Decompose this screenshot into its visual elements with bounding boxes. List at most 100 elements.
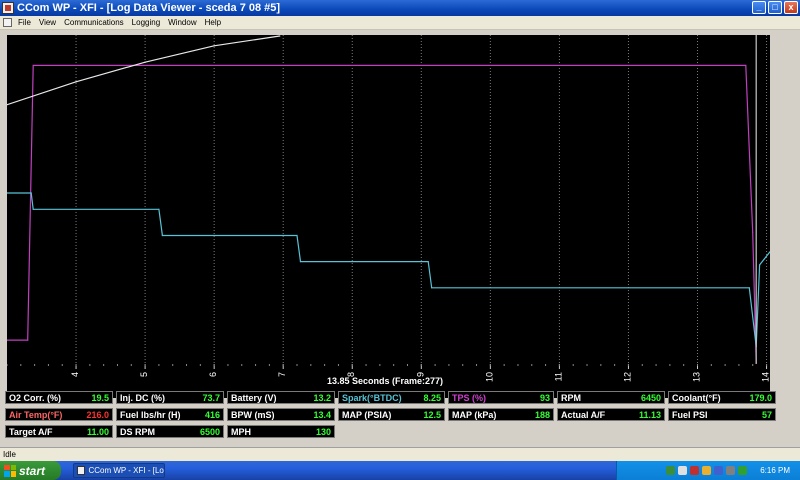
gauge-cell[interactable]: MAP (PSIA) 12.5 (338, 408, 445, 421)
network-icon[interactable] (666, 466, 676, 475)
menu-help[interactable]: Help (201, 18, 225, 27)
gauge-cell[interactable]: Fuel PSI 57 (668, 408, 776, 421)
gauge-cell[interactable]: Spark(°BTDC) 8.25 (338, 391, 445, 404)
series-point-1 (32, 208, 34, 210)
gauge-value: 8.25 (423, 392, 441, 403)
volume-icon[interactable] (678, 466, 688, 475)
taskbar-app-button[interactable]: CCom WP - XFI - [Lo... (73, 463, 165, 478)
gauge-cell[interactable]: MAP (kPa) 188 (448, 408, 554, 421)
gauge-label: Actual A/F (561, 409, 606, 420)
gauge-label: Fuel lbs/hr (H) (120, 409, 181, 420)
menu-communications[interactable]: Communications (60, 18, 128, 27)
chart-svg[interactable]: 4 5 6 7 8 9 10 11 12 13 14 (7, 35, 770, 398)
gauge-value: 216.0 (86, 409, 109, 420)
series-point-1 (759, 264, 761, 266)
menu-logging[interactable]: Logging (128, 18, 164, 27)
gauge-cell[interactable]: DS RPM 6500 (116, 425, 224, 438)
gauge-value: 130 (315, 426, 331, 437)
gauge-label: TPS (%) (452, 392, 487, 403)
menu-view[interactable]: View (35, 18, 60, 27)
gauge-cell[interactable]: Air Temp(°F) 216.0 (5, 408, 113, 421)
status-text: Idle (3, 450, 16, 459)
close-button[interactable]: x (784, 1, 798, 14)
window-title: CCom WP - XFI - [Log Data Viewer - sceda… (17, 2, 281, 14)
antivirus-icon[interactable] (702, 466, 712, 475)
gauge-cell[interactable]: TPS (%) 93 (448, 391, 554, 404)
gauge-value: 13.2 (313, 392, 331, 403)
series-point-2 (213, 45, 215, 47)
gauge-value: 11.13 (638, 409, 661, 420)
series-point-1 (161, 234, 163, 237)
series-point-1 (427, 261, 429, 263)
log-chart[interactable]: 4 5 6 7 8 9 10 11 12 13 14 (7, 35, 770, 398)
gauge-cell[interactable]: Battery (V) 13.2 (227, 391, 335, 404)
app-icon[interactable] (2, 2, 14, 14)
title-bar: CCom WP - XFI - [Log Data Viewer - sceda… (0, 0, 800, 16)
gauge-label: DS RPM (120, 426, 156, 437)
gauge-label: O2 Corr. (%) (9, 392, 62, 403)
gauge-cell[interactable]: Inj. DC (%) 73.7 (116, 391, 224, 404)
series-point-2 (279, 35, 281, 37)
series-point-0 (32, 64, 34, 67)
gauge-label: Inj. DC (%) (120, 392, 165, 403)
series-point-1 (299, 261, 302, 263)
maximize-button[interactable]: □ (768, 1, 782, 14)
gauge-value: 57 (761, 409, 772, 420)
gauge-cell[interactable]: BPW (mS) 13.4 (227, 408, 335, 421)
series-point-1 (296, 234, 298, 237)
gauge-cell[interactable]: MPH 130 (227, 425, 335, 438)
gauge-cell[interactable]: RPM 6450 (557, 391, 665, 404)
gauge-value: 6500 (199, 426, 220, 437)
series-point-0 (752, 231, 754, 233)
gauge-value: 12.5 (423, 409, 441, 420)
gauge-label: RPM (561, 392, 581, 403)
gauge-label: MPH (231, 426, 251, 437)
clock[interactable]: 6:16 PM (760, 466, 790, 475)
security-icon[interactable] (690, 466, 700, 475)
series-point-0 (27, 339, 29, 341)
gauge-value: 188 (534, 409, 550, 420)
series-point-1 (748, 287, 750, 289)
start-button[interactable]: start (0, 461, 61, 480)
start-label: start (19, 463, 46, 478)
series-point-1 (431, 287, 433, 289)
gauge-label: Spark(°BTDC) (342, 392, 402, 403)
messenger-icon[interactable] (738, 466, 748, 475)
gauge-value: 6450 (640, 392, 661, 403)
menu-window[interactable]: Window (164, 18, 200, 27)
printer-icon[interactable] (726, 466, 736, 475)
gauge-label: Coolant(°F) (672, 392, 721, 403)
series-point-2 (75, 81, 77, 83)
gauge-value: 93 (539, 392, 550, 403)
series-point-0 (745, 64, 747, 67)
gauge-cell[interactable]: Actual A/F 11.13 (557, 408, 665, 421)
minimize-button[interactable]: _ (752, 1, 766, 14)
update-icon[interactable] (714, 466, 724, 475)
gauge-label: Battery (V) (231, 392, 277, 403)
gauge-value: 416 (204, 409, 220, 420)
menu-file[interactable]: File (14, 18, 35, 27)
time-readout: 13.85 Seconds (Frame:277) (326, 376, 444, 386)
gauge-label: Air Temp(°F) (9, 409, 63, 420)
gauge-cell[interactable]: Target A/F 11.00 (5, 425, 113, 438)
plot-background (7, 35, 770, 364)
document-icon[interactable] (3, 18, 12, 27)
menu-bar: File View Communications Logging Window … (0, 16, 800, 30)
gauge-value: 73.7 (202, 392, 220, 403)
gauge-cell[interactable]: Coolant(°F) 179.0 (668, 391, 776, 404)
status-bar: Idle (0, 447, 800, 461)
taskbar: start CCom WP - XFI - [Lo... 6:16 PM (0, 461, 800, 480)
data-panel: O2 Corr. (%) 19.5 Inj. DC (%) 73.7 Battery (… (5, 391, 799, 443)
gauge-label: MAP (kPa) (452, 409, 497, 420)
gauge-cell[interactable]: Fuel lbs/hr (H) 416 (116, 408, 224, 421)
windows-logo-icon (4, 464, 16, 477)
gauge-cell[interactable]: O2 Corr. (%) 19.5 (5, 391, 113, 404)
taskbar-app-label: CCom WP - XFI - [Lo... (88, 466, 164, 475)
series-point-1 (30, 192, 32, 194)
window-controls: _ □ x (752, 1, 798, 14)
gauge-value: 11.00 (86, 426, 109, 437)
gauge-value: 179.0 (749, 392, 772, 403)
gauge-label: Fuel PSI (672, 409, 708, 420)
app-icon (77, 466, 86, 475)
series-point-1 (158, 208, 160, 210)
